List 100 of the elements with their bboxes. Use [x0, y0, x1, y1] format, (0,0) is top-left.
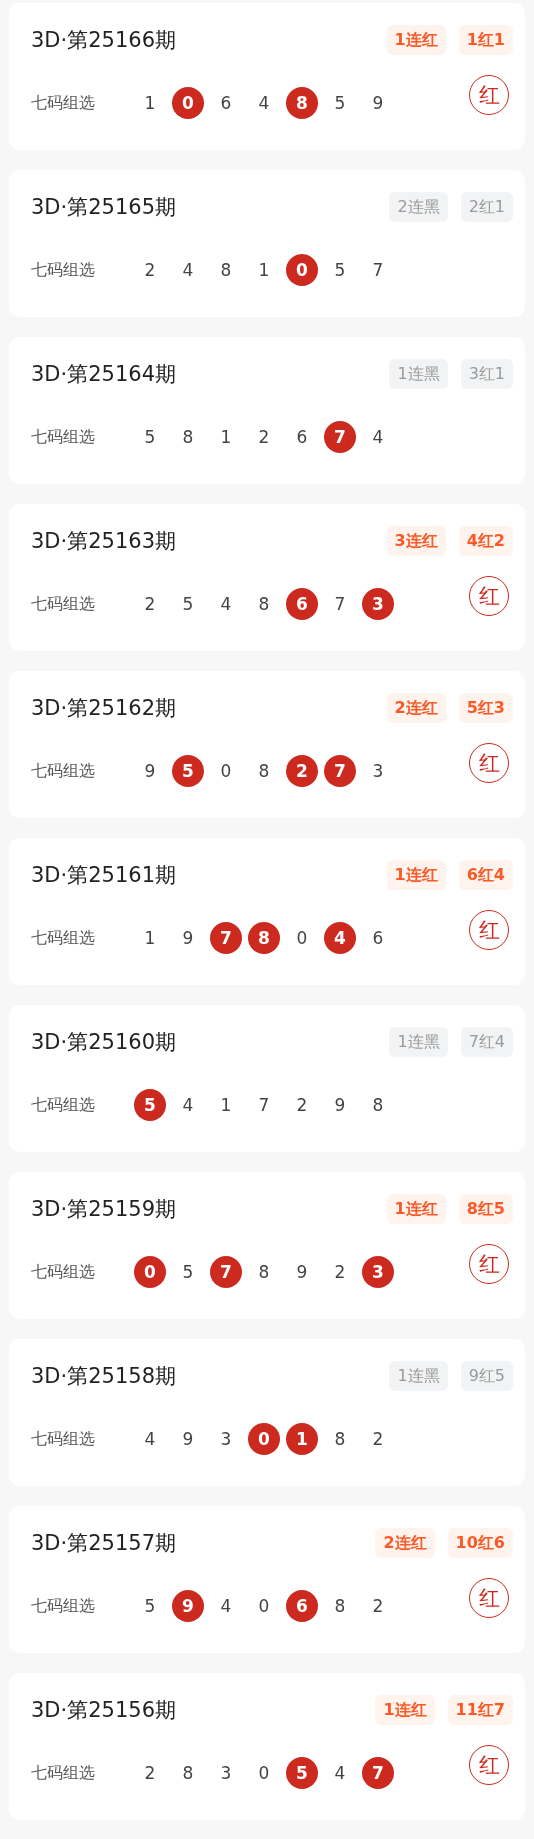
period-title: 3D·第25162期 — [31, 695, 176, 722]
streak-tag: 1连红 — [375, 1695, 435, 1725]
number-ball: 0 — [248, 1423, 280, 1455]
number-ball: 5 — [181, 1261, 195, 1284]
streak-tag: 1连黑 — [389, 359, 448, 389]
number-ball: 6 — [295, 426, 309, 449]
number-ball: 2 — [257, 426, 271, 449]
number-ball: 9 — [295, 1261, 309, 1284]
number-ball: 7 — [362, 1757, 394, 1789]
number-ball: 4 — [219, 1595, 233, 1618]
bet-type-label: 七码组选 — [31, 1094, 96, 1116]
period-title: 3D·第25165期 — [31, 194, 176, 221]
number-ball: 1 — [219, 1094, 233, 1117]
number-ball: 6 — [371, 927, 385, 950]
streak-tag: 1连黑 — [389, 1027, 448, 1057]
number-ball: 2 — [143, 1762, 157, 1785]
number-ball: 0 — [295, 927, 309, 950]
number-ball: 4 — [143, 1428, 157, 1451]
bet-type-label: 七码组选 — [31, 92, 96, 114]
streak-tag: 3连红 — [386, 526, 446, 556]
number-ball: 7 — [257, 1094, 271, 1117]
period-title: 3D·第25156期 — [31, 1697, 176, 1724]
number-ball: 4 — [181, 259, 195, 282]
number-ball: 4 — [324, 922, 356, 954]
number-ball: 0 — [134, 1256, 166, 1288]
number-ball: 9 — [333, 1094, 347, 1117]
number-ball: 5 — [143, 426, 157, 449]
streak-tag: 10红6 — [447, 1528, 513, 1558]
number-ball: 1 — [286, 1423, 318, 1455]
streak-tag: 9红5 — [460, 1361, 513, 1391]
streak-tag: 11红7 — [447, 1695, 513, 1725]
number-ball: 9 — [181, 1428, 195, 1451]
number-ball: 3 — [362, 1256, 394, 1288]
number-ball: 8 — [257, 1261, 271, 1284]
number-ball: 4 — [333, 1762, 347, 1785]
number-ball: 3 — [371, 760, 385, 783]
number-ball: 3 — [219, 1428, 233, 1451]
number-ball: 5 — [143, 1595, 157, 1618]
number-ball: 6 — [219, 92, 233, 115]
streak-tag: 1连黑 — [389, 1361, 448, 1391]
bet-type-label: 七码组选 — [31, 927, 96, 949]
number-ball: 9 — [143, 760, 157, 783]
number-ball: 5 — [134, 1089, 166, 1121]
number-ball: 4 — [257, 92, 271, 115]
number-ball: 6 — [286, 588, 318, 620]
streak-tag: 2连红 — [386, 693, 446, 723]
number-ball: 8 — [257, 760, 271, 783]
number-ball: 8 — [219, 259, 233, 282]
number-ball: 4 — [219, 593, 233, 616]
number-ball: 7 — [210, 1256, 242, 1288]
number-ball: 2 — [333, 1261, 347, 1284]
number-ball: 8 — [257, 593, 271, 616]
number-ball: 7 — [210, 922, 242, 954]
number-ball: 9 — [172, 1590, 204, 1622]
number-ball: 7 — [333, 593, 347, 616]
number-ball: 3 — [219, 1762, 233, 1785]
period-title: 3D·第25159期 — [31, 1196, 176, 1223]
number-ball: 8 — [371, 1094, 385, 1117]
number-ball: 8 — [248, 922, 280, 954]
number-ball: 1 — [219, 426, 233, 449]
number-ball: 7 — [324, 755, 356, 787]
streak-tag: 2红1 — [460, 192, 513, 222]
streak-tag: 1连红 — [386, 1194, 446, 1224]
number-ball: 1 — [143, 92, 157, 115]
number-ball: 0 — [219, 760, 233, 783]
number-ball: 2 — [143, 259, 157, 282]
streak-tag: 1红1 — [458, 25, 513, 55]
streak-tag: 6红4 — [458, 860, 513, 890]
streak-tag: 8红5 — [458, 1194, 513, 1224]
number-ball: 0 — [172, 87, 204, 119]
bet-type-label: 七码组选 — [31, 1428, 96, 1450]
number-ball: 2 — [143, 593, 157, 616]
streak-tag: 2连黑 — [389, 192, 448, 222]
number-ball: 2 — [371, 1595, 385, 1618]
number-ball: 4 — [371, 426, 385, 449]
period-title: 3D·第25161期 — [31, 862, 176, 889]
number-ball: 9 — [371, 92, 385, 115]
number-ball: 8 — [181, 426, 195, 449]
period-title: 3D·第25157期 — [31, 1530, 176, 1557]
number-ball: 2 — [371, 1428, 385, 1451]
number-ball: 1 — [257, 259, 271, 282]
number-ball: 5 — [333, 92, 347, 115]
bet-type-label: 七码组选 — [31, 593, 96, 615]
streak-tag: 2连红 — [375, 1528, 435, 1558]
number-ball: 2 — [286, 755, 318, 787]
number-ball: 5 — [286, 1757, 318, 1789]
number-ball: 0 — [257, 1595, 271, 1618]
number-ball: 8 — [181, 1762, 195, 1785]
streak-tag: 4红2 — [458, 526, 513, 556]
streak-tag: 3红1 — [460, 359, 513, 389]
number-ball: 5 — [172, 755, 204, 787]
bet-type-label: 七码组选 — [31, 760, 96, 782]
streak-tag: 7红4 — [460, 1027, 513, 1057]
period-title: 3D·第25164期 — [31, 361, 176, 388]
number-ball: 3 — [362, 588, 394, 620]
number-ball: 9 — [181, 927, 195, 950]
period-title: 3D·第25158期 — [31, 1363, 176, 1390]
streak-tag: 1连红 — [386, 860, 446, 890]
number-ball: 8 — [333, 1428, 347, 1451]
period-title: 3D·第25166期 — [31, 27, 176, 54]
